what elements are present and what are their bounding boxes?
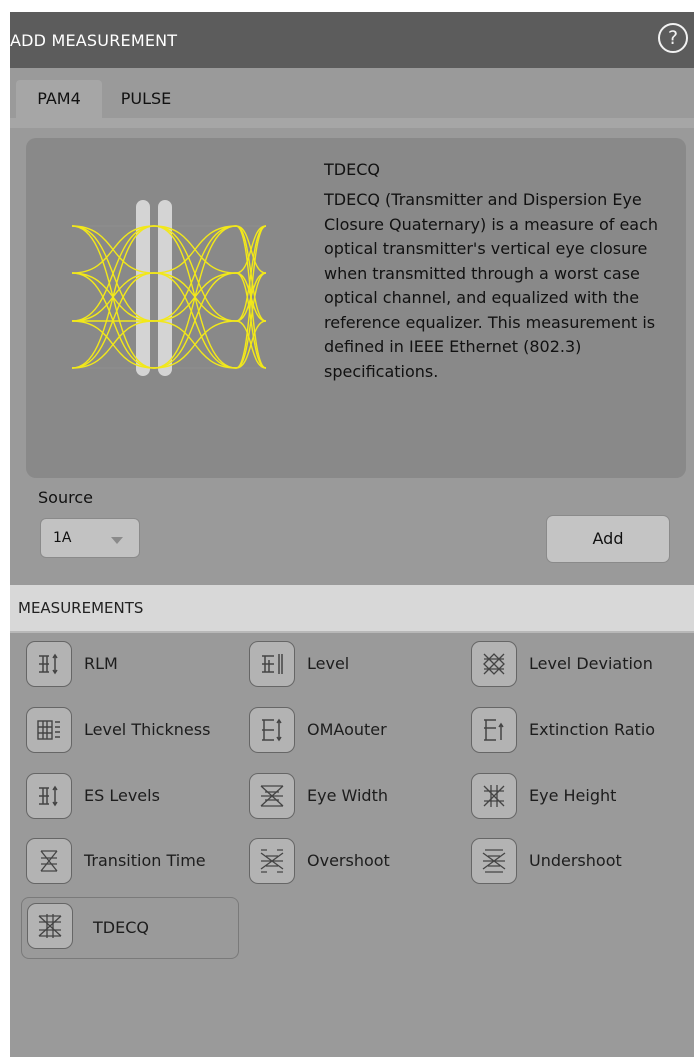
overshoot-icon <box>249 838 295 884</box>
transition-time-icon <box>26 838 72 884</box>
measurement-omaouter[interactable]: OMAouter <box>245 704 455 759</box>
level-icon <box>249 641 295 687</box>
measurement-label: Transition Time <box>84 835 224 887</box>
measurement-rlm[interactable]: RLM <box>22 638 232 693</box>
info-description: TDECQ (Transmitter and Dispersion Eye Cl… <box>324 188 674 384</box>
measurement-label: Eye Height <box>529 770 669 822</box>
measurement-label: OMAouter <box>307 704 447 756</box>
add-measurement-panel: ADD MEASUREMENT ? PAM4 PULSE TDECQ TDECQ… <box>10 12 694 1057</box>
measurements-header: MEASUREMENTS <box>10 585 694 631</box>
chevron-down-icon <box>111 537 123 544</box>
measurement-label: TDECQ <box>93 902 233 954</box>
extinction-ratio-icon <box>471 707 517 753</box>
measurement-overshoot[interactable]: Overshoot <box>245 835 455 890</box>
measurement-label: Overshoot <box>307 835 447 887</box>
tab-content-strip <box>10 118 694 128</box>
measurement-tdecq[interactable]: TDECQ <box>21 897 239 959</box>
divider <box>10 631 694 633</box>
tdecq-icon <box>27 903 73 949</box>
omaouter-icon <box>249 707 295 753</box>
add-button[interactable]: Add <box>546 515 670 563</box>
source-value: 1A <box>53 530 71 546</box>
pam4-eye-diagram-icon <box>66 190 272 386</box>
tab-pam4[interactable]: PAM4 <box>16 80 102 118</box>
measurement-label: Level Thickness <box>84 704 224 756</box>
info-title: TDECQ <box>324 160 380 179</box>
tab-pulse[interactable]: PULSE <box>110 80 182 118</box>
measurement-extinction-ratio[interactable]: Extinction Ratio <box>467 704 677 759</box>
rlm-icon <box>26 641 72 687</box>
measurement-info-box: TDECQ TDECQ (Transmitter and Dispersion … <box>26 138 686 478</box>
es-levels-icon <box>26 773 72 819</box>
undershoot-icon <box>471 838 517 884</box>
measurement-transition-time[interactable]: Transition Time <box>22 835 232 890</box>
measurement-label: Extinction Ratio <box>529 704 669 756</box>
eye-height-icon <box>471 773 517 819</box>
measurement-label: ES Levels <box>84 770 224 822</box>
measurement-label: Eye Width <box>307 770 447 822</box>
help-circle-icon[interactable]: ? <box>658 23 688 53</box>
eye-width-icon <box>249 773 295 819</box>
level-deviation-icon <box>471 641 517 687</box>
measurement-undershoot[interactable]: Undershoot <box>467 835 677 890</box>
measurement-label: Undershoot <box>529 835 669 887</box>
panel-title: ADD MEASUREMENT <box>10 31 177 50</box>
tab-bar: PAM4 PULSE <box>10 80 694 118</box>
measurement-eye-width[interactable]: Eye Width <box>245 770 455 825</box>
measurement-level-deviation[interactable]: Level Deviation <box>467 638 677 693</box>
measurement-label: RLM <box>84 638 224 690</box>
measurement-label: Level <box>307 638 447 690</box>
measurement-level-thickness[interactable]: Level Thickness <box>22 704 232 759</box>
measurement-level[interactable]: Level <box>245 638 455 693</box>
level-thickness-icon <box>26 707 72 753</box>
title-bar: ADD MEASUREMENT ? <box>10 12 694 68</box>
source-dropdown[interactable]: 1A <box>40 518 140 558</box>
measurement-label: Level Deviation <box>529 638 669 690</box>
measurement-es-levels[interactable]: ES Levels <box>22 770 232 825</box>
source-label: Source <box>38 488 93 507</box>
measurement-eye-height[interactable]: Eye Height <box>467 770 677 825</box>
